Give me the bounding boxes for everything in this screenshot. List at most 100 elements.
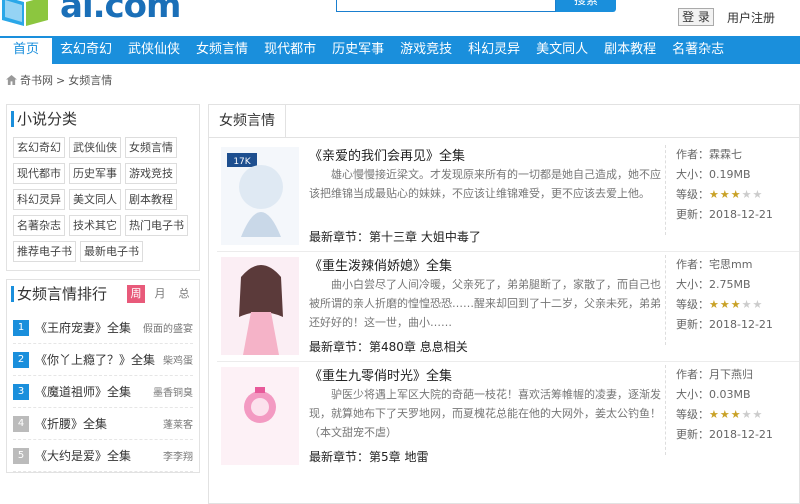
category-tag[interactable]: 美文同人 — [69, 189, 121, 210]
category-tag[interactable]: 武侠仙侠 — [69, 137, 121, 158]
category-tags: 玄幻奇幻 武侠仙侠 女频言情现代都市 历史军事 游戏竞技科幻灵异 美文同人 剧本教程名著杂志… — [7, 133, 199, 270]
book-cover[interactable]: 17K — [221, 147, 299, 245]
rank-row[interactable]: 1 《王府宠妻》全集 假面的盛宴 — [13, 312, 193, 344]
rank-tab[interactable]: 月 — [151, 285, 169, 303]
category-tag[interactable]: 科幻灵异 — [13, 189, 65, 210]
meta-author: 作者：月下燕归 — [676, 365, 773, 385]
category-tag[interactable]: 剧本教程 — [125, 189, 177, 210]
book-title[interactable]: 《重生九零俏时光》全集 — [309, 365, 452, 384]
updated-value: 2018-12-21 — [709, 208, 773, 221]
nav-item[interactable]: 名著杂志 — [664, 36, 732, 64]
category-tag[interactable]: 名著杂志 — [13, 215, 65, 236]
nav-item[interactable]: 首页 — [0, 36, 53, 64]
search-input[interactable] — [336, 0, 556, 12]
tab-female-romance[interactable]: 女频言情 — [209, 105, 286, 137]
book-latest-chapter: 最新章节：第十三章 大姐中毒了 — [309, 228, 481, 245]
latest-label: 最新章节： — [309, 230, 370, 244]
breadcrumb-home[interactable]: 奇书网 — [20, 72, 53, 88]
updated-label: 更新： — [676, 208, 709, 221]
rank-book-title[interactable]: 《折腰》全集 — [35, 415, 163, 432]
main-nav: 首页 玄幻奇幻 武侠仙侠 女频言情 现代都市 历史军事 游戏竞技 科幻灵异 美文同人 剧本教程 名著… — [0, 36, 800, 64]
book-divider — [217, 251, 799, 252]
size-value: 0.19MB — [709, 168, 751, 181]
updated-value: 2018-12-21 — [709, 318, 773, 331]
category-tag[interactable]: 热门电子书 — [125, 215, 188, 236]
category-tag[interactable]: 玄幻奇幻 — [13, 137, 65, 158]
rank-book-title[interactable]: 《你丫上瘾了？》全集 — [35, 351, 163, 368]
star-icon: ★ — [741, 188, 752, 201]
latest-label: 最新章节： — [309, 340, 370, 354]
nav-item[interactable]: 现代都市 — [256, 36, 324, 64]
rank-row[interactable]: 5 《大约是爱》全集 李李翔 — [13, 440, 193, 472]
book-item: 《重生九零俏时光》全集 驴医少将遇上军区大院的奇葩一枝花！喜欢活筹帷幄的凌妻，逐渐… — [221, 365, 797, 473]
svg-text:17K: 17K — [233, 157, 251, 167]
nav-item[interactable]: 剧本教程 — [596, 36, 664, 64]
nav-item[interactable]: 科幻灵异 — [460, 36, 528, 64]
site-header: ai.com 搜索 登 录 用户注册 — [0, 0, 800, 36]
size-value: 2.75MB — [709, 278, 751, 291]
category-tag[interactable]: 游戏竞技 — [125, 163, 177, 184]
nav-item[interactable]: 玄幻奇幻 — [52, 36, 120, 64]
rank-tab[interactable]: 周 — [127, 285, 145, 303]
rank-row[interactable]: 4 《折腰》全集 蓬莱客 — [13, 408, 193, 440]
rank-tab[interactable]: 总 — [175, 285, 193, 303]
rating-stars: ★ ★ ★ ★ ★ — [709, 185, 762, 205]
rank-row[interactable]: 2 《你丫上瘾了？》全集 柴鸡蛋 — [13, 344, 193, 376]
author-link[interactable]: 宅思mm — [709, 258, 752, 271]
nav-item[interactable]: 武侠仙侠 — [120, 36, 188, 64]
nav-item[interactable]: 美文同人 — [528, 36, 596, 64]
author-link[interactable]: 月下燕归 — [709, 368, 753, 381]
meta-rating: 等级： ★ ★ ★ ★ ★ — [676, 295, 773, 315]
category-tag[interactable]: 推荐电子书 — [13, 241, 76, 262]
breadcrumb-separator: > — [56, 73, 66, 87]
rank-row[interactable]: 3 《魔道祖师》全集 墨香铜臭 — [13, 376, 193, 408]
rank-number: 4 — [13, 415, 29, 432]
rank-number: 1 — [13, 319, 29, 336]
book-meta: 作者：宅思mm 大小：2.75MB 等级： ★ ★ ★ ★ ★ 更新：2018-12-21 — [665, 255, 773, 345]
book-cover[interactable] — [221, 367, 299, 465]
category-tag[interactable]: 现代都市 — [13, 163, 65, 184]
nav-item[interactable]: 历史军事 — [324, 36, 392, 64]
sidebar: 小说分类 玄幻奇幻 武侠仙侠 女频言情现代都市 历史军事 游戏竞技科幻灵异 美文同人 剧本教… — [6, 104, 200, 473]
author-link[interactable]: 霖霖七 — [709, 148, 742, 161]
author-label: 作者： — [676, 148, 709, 161]
rank-book-title[interactable]: 《魔道祖师》全集 — [35, 383, 153, 400]
book-item: 《重生泼辣俏娇媳》全集 曲小白尝尽了人间冷暖，父亲死了，弟弟腿断了，家散了，而自己… — [221, 255, 797, 363]
register-link[interactable]: 用户注册 — [727, 9, 775, 26]
login-button[interactable]: 登 录 — [678, 8, 714, 26]
meta-updated: 更新：2018-12-21 — [676, 315, 773, 335]
meta-author: 作者：霖霖七 — [676, 145, 773, 165]
rank-book-author: 柴鸡蛋 — [163, 356, 193, 367]
site-logo[interactable]: ai.com — [60, 0, 181, 26]
category-tag[interactable]: 女频言情 — [125, 137, 177, 158]
rank-book-author: 墨香铜臭 — [153, 388, 193, 399]
size-value: 0.03MB — [709, 388, 751, 401]
rank-book-title[interactable]: 《大约是爱》全集 — [35, 447, 163, 464]
book-cover[interactable] — [221, 257, 299, 355]
rank-book-title[interactable]: 《王府宠妻》全集 — [35, 319, 143, 336]
book-title[interactable]: 《重生泼辣俏娇媳》全集 — [309, 255, 452, 274]
latest-chapter-link[interactable]: 第5章 地雷 — [369, 450, 428, 464]
rating-label: 等级： — [676, 408, 709, 421]
meta-size: 大小：2.75MB — [676, 275, 773, 295]
latest-chapter-link[interactable]: 第十三章 大姐中毒了 — [369, 230, 481, 244]
star-icon: ★ — [730, 408, 741, 421]
book-title[interactable]: 《亲爱的我们会再见》全集 — [309, 145, 465, 164]
search-button[interactable]: 搜索 — [556, 0, 616, 12]
rank-book-author: 李李翔 — [163, 452, 193, 463]
category-tag[interactable]: 历史军事 — [69, 163, 121, 184]
book-logo-icon[interactable] — [0, 0, 50, 28]
nav-item[interactable]: 女频言情 — [188, 36, 256, 64]
meta-size: 大小：0.03MB — [676, 385, 773, 405]
book-meta: 作者：月下燕归 大小：0.03MB 等级： ★ ★ ★ ★ ★ 更新：2018-12-21 — [665, 365, 773, 455]
latest-chapter-link[interactable]: 第480章 息息相关 — [369, 340, 468, 354]
nav-item[interactable]: 游戏竞技 — [392, 36, 460, 64]
category-panel-title: 小说分类 — [7, 105, 199, 133]
category-tag[interactable]: 最新电子书 — [80, 241, 143, 262]
category-panel: 小说分类 玄幻奇幻 武侠仙侠 女频言情现代都市 历史军事 游戏竞技科幻灵异 美文同人 剧本教… — [6, 104, 200, 271]
book-list-panel: 女频言情 17K 《亲爱的我们会再见》全集 雄心慢慢接近梁文。才发现原来所有的一切都… — [208, 104, 800, 504]
category-tag[interactable]: 技术其它 — [69, 215, 121, 236]
star-icon: ★ — [709, 408, 719, 421]
size-label: 大小： — [676, 388, 709, 401]
star-icon: ★ — [752, 298, 763, 311]
